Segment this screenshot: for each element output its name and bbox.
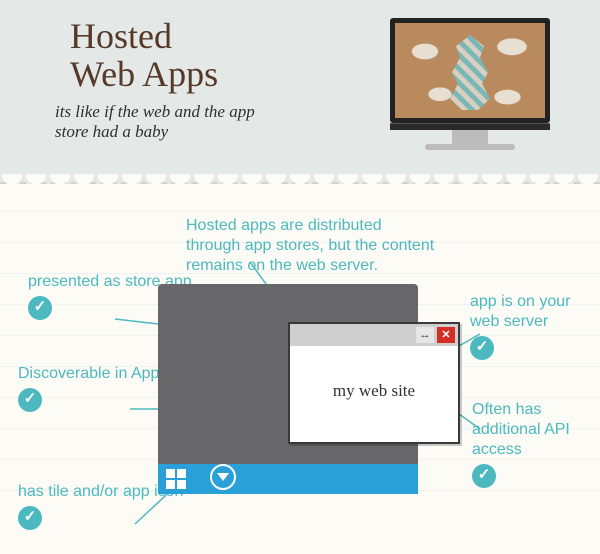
annotation-on-web-server: app is on your web server ✓ [470, 292, 600, 360]
annotation-api-access: Often has additional API access ✓ [472, 400, 582, 488]
checkmark-icon: ✓ [470, 336, 494, 360]
subtitle: its like if the web and the app store ha… [55, 102, 285, 142]
title-line1: Hosted [70, 16, 172, 56]
monitor-illustration [390, 18, 550, 150]
header: Hosted Web Apps its like if the web and … [0, 0, 600, 184]
annotation-text: Often has additional API access [472, 400, 582, 460]
title-line2: Web Apps [70, 54, 218, 94]
close-icon: ✕ [437, 327, 455, 343]
taskbar [158, 464, 418, 494]
annotation-text: app is on your web server [470, 292, 600, 332]
checkmark-icon: ✓ [18, 388, 42, 412]
checkmark-icon: ✓ [28, 296, 52, 320]
browser-window: ↔ ✕ my web site [288, 322, 460, 444]
titlebar: ↔ ✕ [290, 324, 458, 346]
intro-text: Hosted apps are distributed through app … [186, 216, 436, 276]
start-tile-icon [166, 469, 186, 489]
resize-icon: ↔ [416, 327, 434, 343]
window-body: my web site [290, 346, 458, 436]
diagram-stage: Hosted apps are distributed through app … [0, 184, 600, 554]
checkmark-icon: ✓ [18, 506, 42, 530]
app-orb-icon [210, 464, 236, 490]
checkmark-icon: ✓ [472, 464, 496, 488]
